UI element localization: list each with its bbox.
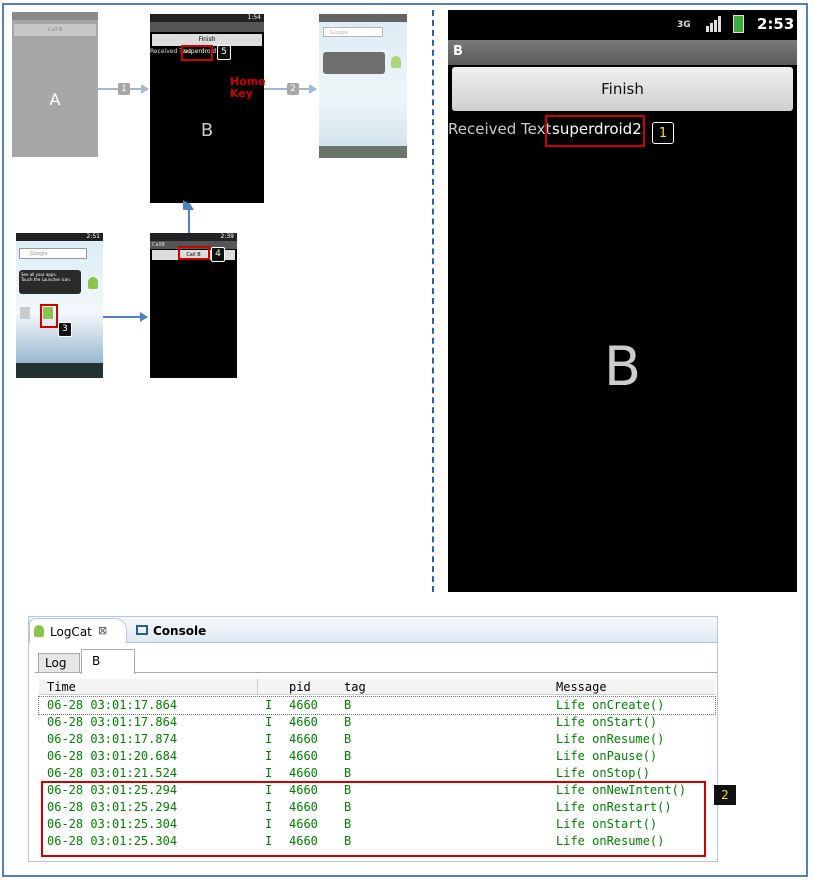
android-icon — [34, 625, 44, 637]
divider-line — [432, 10, 434, 592]
col-time[interactable]: Time — [47, 679, 76, 695]
log-cell: Life onStop() — [556, 766, 650, 780]
log-cell: I — [265, 749, 273, 763]
logcat-panel: LogCat ⊠ Console Log B Time pid tag Mess… — [28, 616, 736, 862]
tab-console[interactable]: Console — [133, 618, 207, 643]
log-cell: B — [344, 698, 352, 712]
home-key-label: Home Key — [230, 75, 266, 100]
received-text-label: Received Text — [448, 120, 552, 138]
step-badge-4: 4 — [211, 247, 225, 262]
android-icon — [391, 56, 401, 68]
log-cell: B — [344, 715, 352, 729]
step-badge-2-log: 2 — [714, 785, 736, 805]
log-cell: 4660 — [289, 766, 318, 780]
tab-console-label: Console — [153, 624, 207, 638]
screen-a: Call B A — [12, 12, 98, 157]
log-cell: B — [344, 732, 352, 746]
status-time: 2:53 — [757, 15, 795, 33]
log-cell: B — [344, 766, 352, 780]
tab-logcat[interactable]: LogCat ⊠ — [29, 618, 127, 643]
col-pid[interactable]: pid — [289, 679, 311, 695]
step-badge-5: 5 — [217, 45, 231, 60]
console-icon — [136, 625, 148, 635]
launcher-screen: 2:51 Google See all your apps. Touch the… — [16, 233, 103, 378]
battery-icon — [733, 15, 744, 33]
home-screen: Google — [319, 14, 407, 158]
log-cell: I — [265, 698, 273, 712]
filter-tab-log[interactable]: Log — [38, 653, 80, 673]
col-message[interactable]: Message — [556, 679, 607, 695]
home-search-box[interactable]: Google — [323, 27, 383, 37]
app-icon-other[interactable] — [20, 307, 30, 319]
log-cell: Life onCreate() — [556, 698, 665, 712]
signal-icon — [706, 16, 722, 32]
android-icon — [88, 277, 98, 289]
step-badge-2: 2 — [287, 83, 299, 95]
step-badge-1-phone: 1 — [652, 122, 674, 144]
received-text-value: superdroid2 — [552, 120, 642, 138]
log-cell: I — [265, 732, 273, 746]
log-row[interactable]: 06-28 03:01:17.864 I 4660 B Life onStart() — [39, 714, 715, 731]
callb-time: 2:39 — [220, 233, 234, 240]
log-cell: 06-28 03:01:17.874 — [47, 732, 178, 746]
col-tag[interactable]: tag — [344, 679, 366, 695]
arrow-launcher-to-callb — [103, 312, 148, 322]
log-cell: 4660 — [289, 698, 318, 712]
filter-bar — [35, 647, 717, 673]
screen-a-callb-button[interactable]: Call B — [14, 24, 96, 36]
log-cell: 06-28 03:01:17.864 — [47, 698, 178, 712]
title-bar: B — [448, 40, 797, 65]
step-badge-1: 1 — [118, 83, 130, 95]
log-row[interactable]: 06-28 03:01:20.684 I 4660 B Life onPause() — [39, 748, 715, 765]
home-dock — [319, 146, 407, 158]
log-cell: Life onStart() — [556, 715, 658, 729]
launcher-tooltip: See all your apps. Touch the Launcher ic… — [19, 270, 81, 294]
log-row[interactable]: 06-28 03:01:17.864 I 4660 B Life onCreate() — [38, 696, 716, 715]
col-level[interactable] — [257, 679, 287, 695]
log-cell: B — [344, 749, 352, 763]
phone-screen: 3G 2:53 B Finish Received Text superdroi… — [448, 10, 797, 592]
log-cell: 4660 — [289, 749, 318, 763]
log-cell: I — [265, 766, 273, 780]
log-row[interactable]: 06-28 03:01:17.874 I 4660 B Life onResume() — [39, 731, 715, 748]
highlight-box-4 — [178, 246, 210, 260]
log-cell: 4660 — [289, 732, 318, 746]
close-icon[interactable]: ⊠ — [98, 624, 107, 637]
status-bar: 3G 2:53 — [448, 10, 797, 40]
log-cell: 06-28 03:01:17.864 — [47, 715, 178, 729]
finish-button[interactable]: Finish — [452, 67, 793, 111]
highlight-box-2 — [41, 781, 706, 857]
title-text: B — [453, 44, 463, 59]
log-table-header: Time pid tag Message — [39, 679, 715, 695]
highlight-box-3 — [40, 304, 58, 328]
filter-tab-b[interactable]: B — [81, 649, 135, 674]
launcher-time: 2:51 — [86, 233, 100, 240]
network-label: 3G — [677, 20, 691, 30]
log-cell: 06-28 03:01:21.524 — [47, 766, 178, 780]
launcher-dock — [16, 363, 103, 378]
screen-b: 1:54 Finish Received Text superdroid B — [150, 14, 264, 203]
big-letter: B — [603, 335, 642, 398]
screen-a-letter: A — [49, 90, 61, 109]
tab-logcat-label: LogCat — [50, 625, 92, 639]
log-cell: I — [265, 715, 273, 729]
log-cell: Life onResume() — [556, 732, 665, 746]
screen-b-letter: B — [200, 120, 214, 141]
log-cell: 06-28 03:01:20.684 — [47, 749, 178, 763]
log-cell: 4660 — [289, 715, 318, 729]
log-row[interactable]: 06-28 03:01:21.524 I 4660 B Life onStop() — [39, 765, 715, 782]
home-tooltip — [323, 52, 385, 74]
log-cell: Life onPause() — [556, 749, 658, 763]
step-badge-3: 3 — [58, 322, 72, 337]
highlight-box-5 — [181, 45, 213, 61]
launcher-search-box[interactable]: Google — [19, 248, 87, 259]
screen-b-time: 1:54 — [247, 14, 261, 21]
